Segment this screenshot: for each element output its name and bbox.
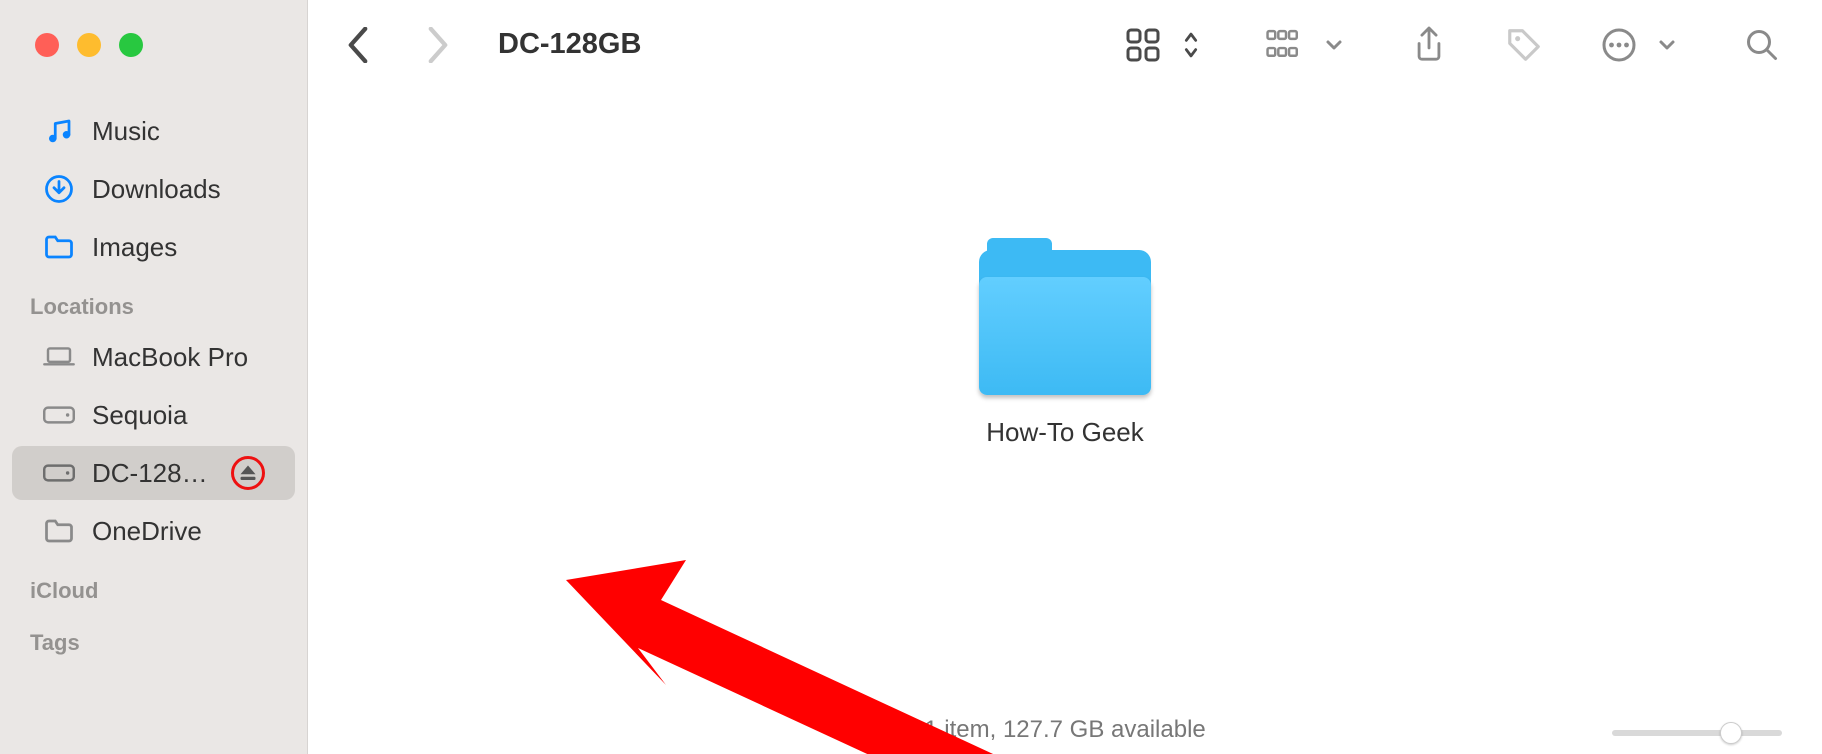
- toolbar-main: DC-128GB: [308, 25, 1822, 65]
- folder-plain-icon: [42, 514, 76, 548]
- sidebar-item-macbook-pro[interactable]: MacBook Pro: [12, 330, 295, 384]
- item-label: How-To Geek: [986, 417, 1144, 448]
- sidebar: Music Downloads Images Locations MacB: [0, 90, 308, 754]
- search-button[interactable]: [1742, 25, 1782, 65]
- sidebar-item-label: Images: [92, 232, 265, 263]
- sidebar-item-label: MacBook Pro: [92, 342, 265, 373]
- sidebar-item-images[interactable]: Images: [12, 220, 295, 274]
- share-button[interactable]: [1409, 25, 1449, 65]
- sidebar-item-label: Music: [92, 116, 265, 147]
- sidebar-section-locations[interactable]: Locations: [0, 276, 307, 328]
- action-menu-button[interactable]: [1599, 25, 1687, 65]
- navigation: [338, 25, 458, 65]
- folder-icon: [42, 230, 76, 264]
- toolbar-right: [1123, 25, 1782, 65]
- slider-thumb[interactable]: [1720, 722, 1742, 744]
- finder-window: DC-128GB: [0, 0, 1822, 754]
- sidebar-item-downloads[interactable]: Downloads: [12, 162, 295, 216]
- window-title: DC-128GB: [498, 28, 641, 61]
- toolbar: DC-128GB: [0, 0, 1822, 90]
- drive-icon: [42, 398, 76, 432]
- sidebar-item-sequoia[interactable]: Sequoia: [12, 388, 295, 442]
- eject-button[interactable]: [236, 458, 260, 488]
- sidebar-section-icloud[interactable]: iCloud: [0, 560, 307, 612]
- window-controls: [0, 0, 308, 90]
- group-icon: [1266, 25, 1306, 65]
- sidebar-item-label: OneDrive: [92, 516, 265, 547]
- music-icon: [42, 114, 76, 148]
- laptop-icon: [42, 340, 76, 374]
- window-body: Music Downloads Images Locations MacB: [0, 90, 1822, 754]
- chevron-down-icon: [1314, 25, 1354, 65]
- sidebar-item-label: DC-128…: [92, 458, 215, 489]
- items-grid[interactable]: How-To Geek: [308, 90, 1822, 754]
- folder-item[interactable]: How-To Geek: [955, 250, 1175, 448]
- tags-button[interactable]: [1504, 25, 1544, 65]
- sidebar-item-label: Sequoia: [92, 400, 265, 431]
- sidebar-section-tags[interactable]: Tags: [0, 612, 307, 664]
- maximize-window-button[interactable]: [119, 33, 143, 57]
- up-down-chevron-icon: [1171, 25, 1211, 65]
- chevron-down-icon: [1647, 25, 1687, 65]
- drive-icon: [42, 456, 76, 490]
- eject-highlight: [231, 456, 265, 490]
- minimize-window-button[interactable]: [77, 33, 101, 57]
- close-window-button[interactable]: [35, 33, 59, 57]
- ellipsis-circle-icon: [1599, 25, 1639, 65]
- icon-size-slider[interactable]: [1612, 726, 1782, 740]
- status-bar: 1 item, 127.7 GB available: [308, 710, 1822, 750]
- sidebar-item-onedrive[interactable]: OneDrive: [12, 504, 295, 558]
- group-by-button[interactable]: [1266, 25, 1354, 65]
- sidebar-item-music[interactable]: Music: [12, 104, 295, 158]
- download-icon: [42, 172, 76, 206]
- folder-large-icon: [979, 250, 1151, 395]
- back-button[interactable]: [338, 25, 378, 65]
- sidebar-item-label: Downloads: [92, 174, 265, 205]
- view-mode-button[interactable]: [1123, 25, 1211, 65]
- slider-track: [1612, 730, 1782, 736]
- content-area: How-To Geek 1 item, 127.7 GB available: [308, 90, 1822, 754]
- sidebar-item-dc-128[interactable]: DC-128…: [12, 446, 295, 500]
- icon-view-icon: [1123, 25, 1163, 65]
- forward-button[interactable]: [418, 25, 458, 65]
